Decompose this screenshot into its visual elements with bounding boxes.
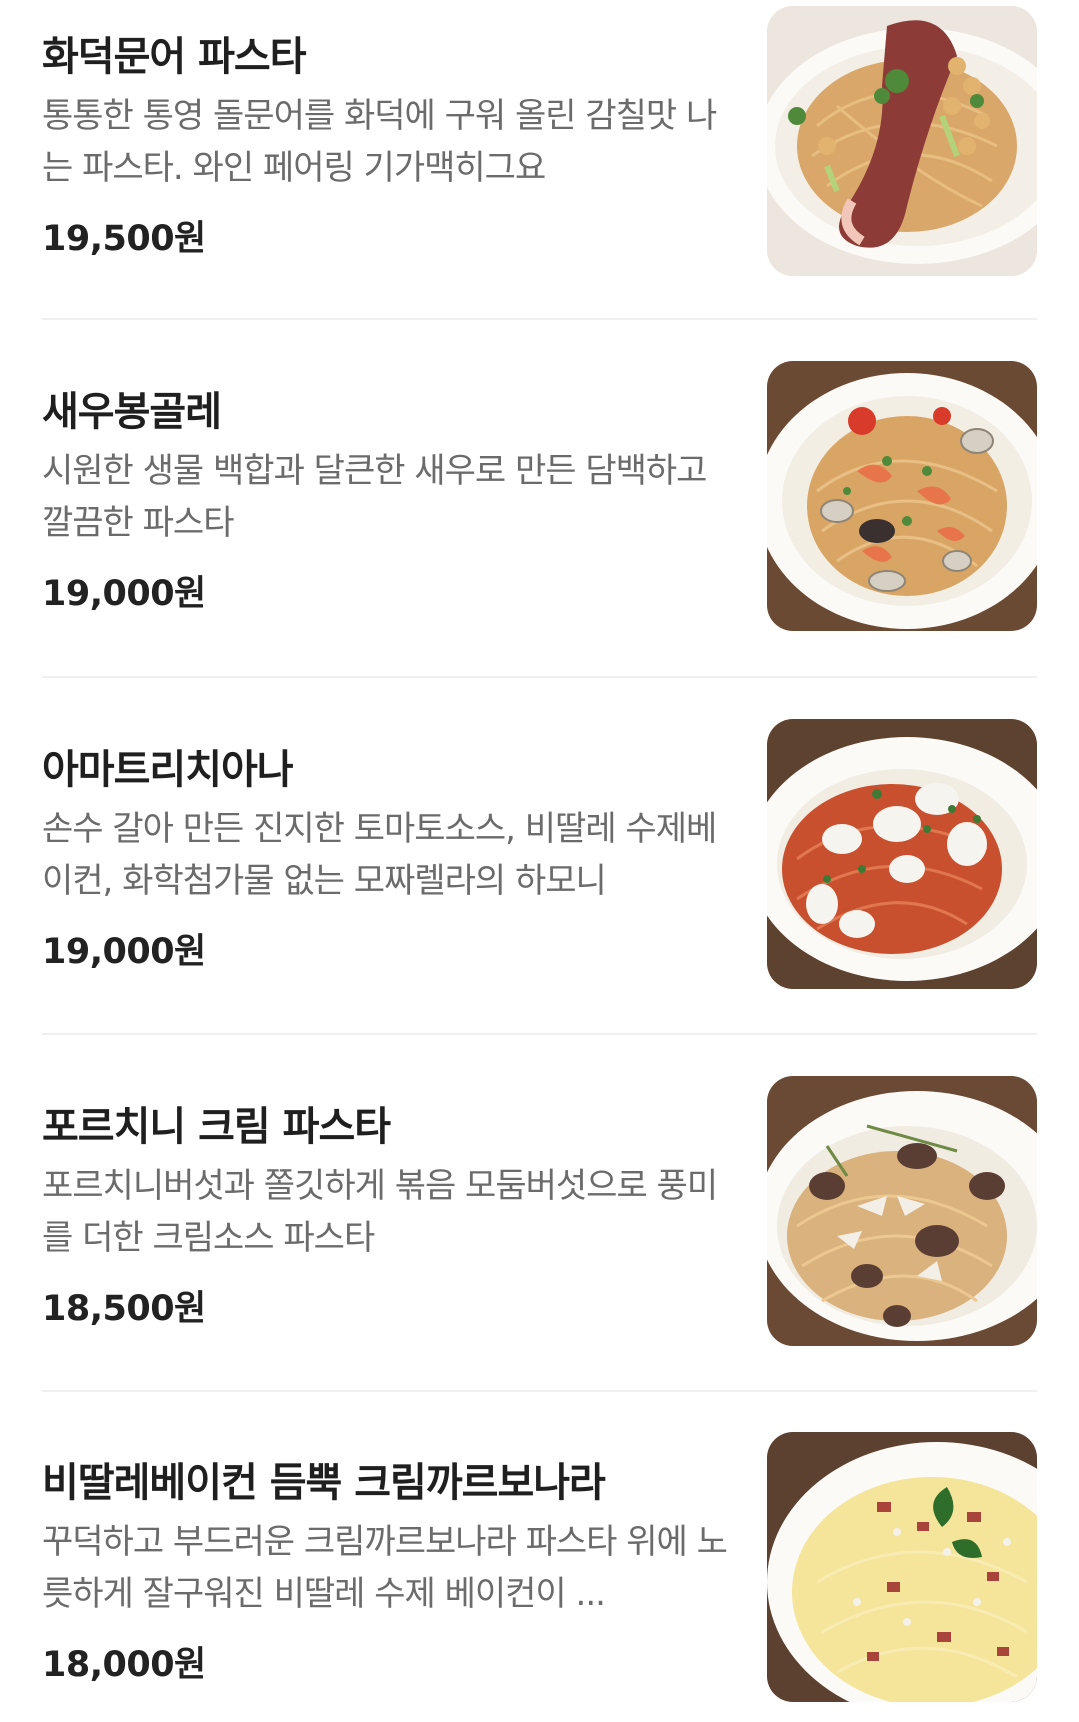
carbonara-photo[interactable]	[767, 1432, 1037, 1702]
divider	[42, 676, 1037, 678]
menu-item-carbonara[interactable]: 비딸레베이컨 듬뿍 크림까르보나라 꾸덕하고 부드러운 크림까르보나라 파스타 …	[42, 1426, 1037, 1702]
menu-item-description: 통통한 통영 돌문어를 화덕에 구워 올린 감칠맛 나는 파스타. 와인 페어링…	[42, 96, 717, 188]
menu-item-description: 시원한 생물 백합과 달큰한 새우로 만든 담백하고 깔끔한 파스타	[42, 451, 707, 543]
porcini-cream-pasta-illustration	[767, 1076, 1037, 1346]
octopus-pasta-illustration	[767, 6, 1037, 276]
amatriciana-photo[interactable]	[767, 719, 1037, 989]
menu-item-price: 18,000원	[42, 1645, 206, 1685]
menu-item-shrimp-vongole[interactable]: 새우봉골레 시원한 생물 백합과 달큰한 새우로 만든 담백하고 깔끔한 파스타…	[42, 355, 1037, 631]
menu-item-name: 화덕문어 파스타	[42, 34, 307, 80]
menu-item-description: 손수 갈아 만든 진지한 토마토소스, 비딸레 수제베이컨, 화학첨가물 없는 …	[42, 809, 717, 901]
carbonara-illustration	[767, 1432, 1037, 1702]
shrimp-vongole-photo[interactable]	[767, 361, 1037, 631]
menu-item-price: 19,500원	[42, 219, 206, 259]
porcini-cream-pasta-photo[interactable]	[767, 1076, 1037, 1346]
menu-item-price: 19,000원	[42, 574, 206, 614]
shrimp-vongole-illustration	[767, 361, 1037, 631]
menu-item-price: 18,500원	[42, 1289, 206, 1329]
menu-item-octopus-pasta[interactable]: 화덕문어 파스타 통통한 통영 돌문어를 화덕에 구워 올린 감칠맛 나는 파스…	[42, 0, 1037, 276]
menu-item-description: 꾸덕하고 부드러운 크림까르보나라 파스타 위에 노릇하게 잘구워진 비딸레 수…	[42, 1522, 728, 1614]
divider	[42, 1390, 1037, 1392]
menu-item-amatriciana[interactable]: 아마트리치아나 손수 갈아 만든 진지한 토마토소스, 비딸레 수제베이컨, 화…	[42, 713, 1037, 989]
menu-item-porcini-cream-pasta[interactable]: 포르치니 크림 파스타 포르치니버섯과 쫄깃하게 볶음 모둠버섯으로 풍미를 더…	[42, 1070, 1037, 1346]
divider	[42, 1033, 1037, 1035]
amatriciana-illustration	[767, 719, 1037, 989]
octopus-pasta-photo[interactable]	[767, 6, 1037, 276]
menu-item-name: 새우봉골레	[42, 389, 222, 435]
menu-item-name: 아마트리치아나	[42, 747, 294, 793]
divider	[42, 318, 1037, 320]
menu-item-price: 19,000원	[42, 932, 206, 972]
menu-item-name: 비딸레베이컨 듬뿍 크림까르보나라	[42, 1460, 606, 1506]
menu-item-description: 포르치니버섯과 쫄깃하게 볶음 모둠버섯으로 풍미를 더한 크림소스 파스타	[42, 1166, 718, 1258]
menu-item-name: 포르치니 크림 파스타	[42, 1104, 391, 1150]
